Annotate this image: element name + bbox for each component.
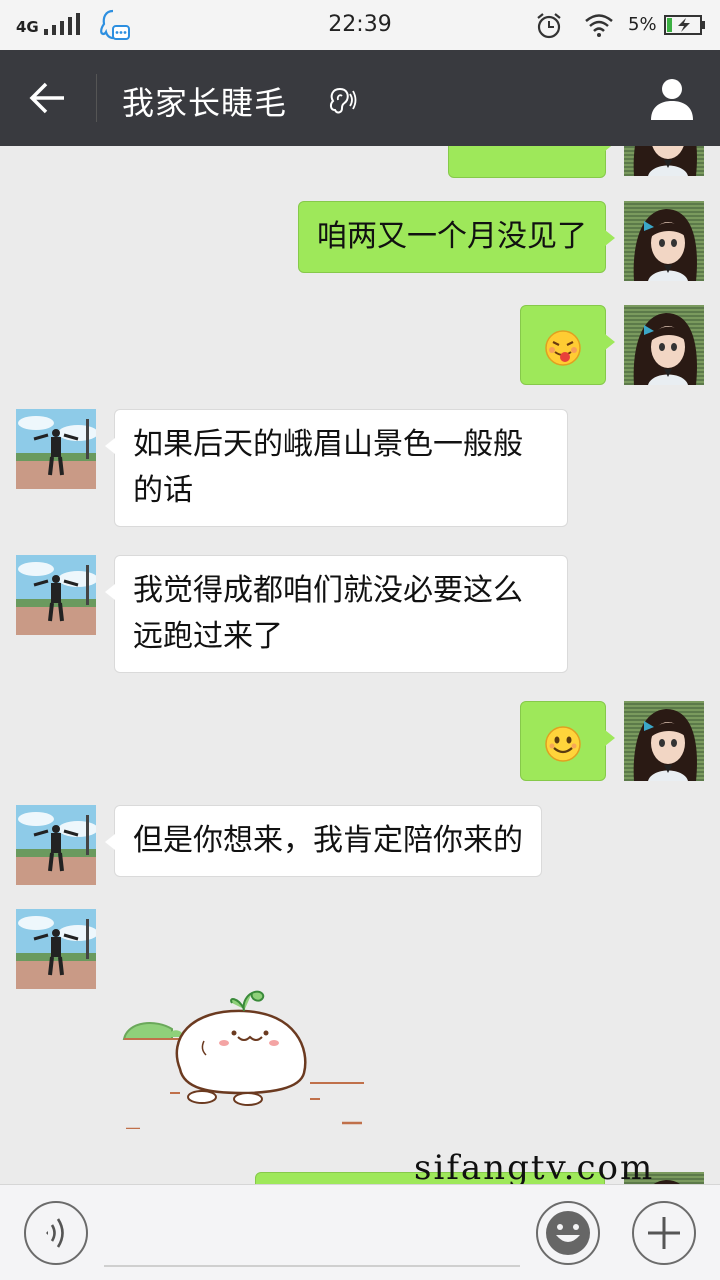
contact-avatar[interactable] <box>16 409 96 489</box>
smile-emoji-icon <box>545 725 581 762</box>
message-text: 咱两又一个月没见了 <box>317 219 587 254</box>
battery-percent: 5% <box>628 14 657 35</box>
message-list[interactable]: 咱两又一个月没见了 如果后天的峨眉山景色一般般 的话 我觉得成都咱们就没必要这么… <box>0 146 720 1184</box>
message-received: 我觉得成都咱们就没必要这么 远跑过来了 <box>0 555 720 677</box>
chat-header: 我家长睫毛 <box>0 50 720 146</box>
message-bubble[interactable]: 但是你想来，我肯定陪你来的 <box>105 805 542 877</box>
input-bar <box>0 1184 720 1280</box>
plus-icon <box>648 1217 680 1249</box>
emoji-button[interactable] <box>536 1201 600 1265</box>
voice-input-button[interactable] <box>24 1201 88 1265</box>
message-bubble[interactable] <box>520 305 615 385</box>
message-sent: 咱两又一个月没见了 <box>0 201 720 281</box>
contact-avatar[interactable] <box>16 909 96 989</box>
chat-title: 我家长睫毛 <box>122 84 288 122</box>
back-arrow-icon[interactable] <box>26 78 70 118</box>
emoji-icon <box>546 1211 590 1255</box>
message-received <box>0 909 720 1129</box>
message-input[interactable] <box>104 1205 520 1267</box>
message-text-line: 我觉得成都咱们就没必要这么 <box>133 573 523 608</box>
white-blob-sticker[interactable] <box>120 989 370 1129</box>
my-avatar[interactable] <box>624 146 704 176</box>
contact-avatar[interactable] <box>16 555 96 635</box>
message-received: 如果后天的峨眉山景色一般般 的话 <box>0 409 720 531</box>
message-bubble[interactable]: 咱两又一个月没见了 <box>298 201 615 273</box>
message-text-line: 远跑过来了 <box>133 619 283 654</box>
tongue-out-emoji-icon <box>545 329 581 366</box>
message-bubble-partial[interactable] <box>448 146 615 178</box>
my-avatar[interactable] <box>624 701 704 781</box>
message-text-line: 的话 <box>133 473 193 508</box>
message-bubble[interactable]: 如果后天的峨眉山景色一般般 的话 <box>105 409 568 527</box>
message-sent <box>0 146 720 178</box>
ear-icon <box>329 87 357 114</box>
message-sent <box>0 701 720 781</box>
wifi-icon <box>585 14 613 37</box>
message-bubble[interactable] <box>520 701 615 781</box>
status-bar: 4G 22:39 5% <box>0 0 720 50</box>
voice-icon <box>46 1218 64 1248</box>
profile-icon[interactable] <box>648 74 696 122</box>
message-bubble[interactable]: 我觉得成都咱们就没必要这么 远跑过来了 <box>105 555 568 673</box>
message-sent <box>0 305 720 385</box>
battery-charging-icon <box>664 15 705 35</box>
watermark-text: sifangtv.com <box>414 1148 655 1188</box>
message-text-line: 如果后天的峨眉山景色一般般 <box>133 427 523 462</box>
contact-avatar[interactable] <box>16 805 96 885</box>
message-text: 但是你想来，我肯定陪你来的 <box>133 823 523 858</box>
header-divider <box>96 74 97 122</box>
my-avatar[interactable] <box>624 305 704 385</box>
alarm-icon <box>537 13 561 39</box>
more-button[interactable] <box>632 1201 696 1265</box>
my-avatar[interactable] <box>624 201 704 281</box>
message-received: 但是你想来，我肯定陪你来的 <box>0 805 720 885</box>
